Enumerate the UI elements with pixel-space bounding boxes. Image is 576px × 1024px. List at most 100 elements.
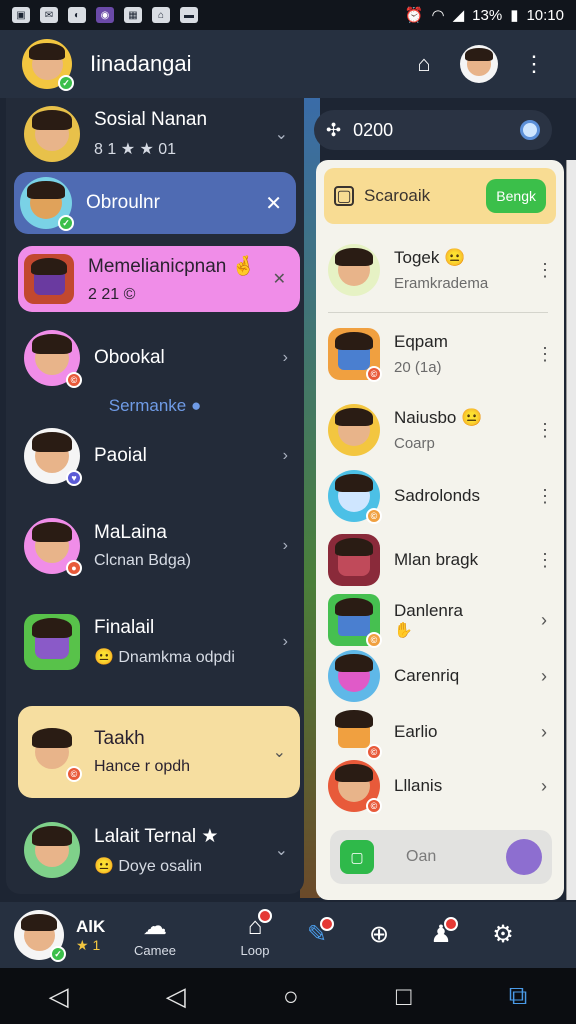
overview-icon[interactable]: ⧉ [509,980,528,1012]
chevron-right-icon[interactable]: › [536,610,552,631]
compose-label[interactable]: Oan [406,848,436,866]
chevron-right-icon[interactable]: › [536,666,552,687]
notification-icon: ⌂ [152,7,170,23]
back-icon[interactable]: ◁ [166,981,186,1012]
list-item[interactable]: ● MaLaina Clcnan Bdga) › [18,514,302,578]
section-separator: Sermanke ● [108,396,202,415]
list-item-title: Mlan bragk [394,550,479,569]
profile-avatar[interactable]: ✓ [22,39,74,91]
avatar [24,106,80,162]
toggle-indicator[interactable] [520,120,540,140]
avatar: ✓ [20,177,74,231]
avatar: © [328,594,382,648]
status-bar: ▣ ✉ ◐ ◉ ▦ ⌂ ▬ ⏰ ◠ ◢ 13% ▮ 10:10 [0,0,576,30]
scrollbar[interactable] [566,160,576,900]
list-item-subtitle: Hance r opdh [94,758,191,775]
list-item-title: Memelianicpnan 🤞 [88,256,256,277]
chat-list: Sosial Nanan 8 1 ★ ★ 01 ⌄ ✓ Obroulnr ✕ Me… [6,98,304,894]
alarm-icon: ⏰ [404,7,424,24]
notification-badge [258,908,272,923]
recents-icon[interactable]: □ [396,981,412,1012]
panel-action-button[interactable]: Bengk [486,179,546,213]
more-vert-icon[interactable]: ⋮ [536,344,554,365]
chevron-right-icon[interactable]: › [536,722,552,743]
list-item-subtitle: 20 (1a) [394,359,442,376]
puzzle-icon: ✣ [326,119,342,140]
search-icon: ▢ [334,186,354,206]
app-header: ✓ Iinadangai ⌂ ⋮ [0,30,576,98]
nav-pen[interactable]: ✎ [286,917,348,949]
compass-icon: ⊕ [368,921,390,948]
profile-name: AlK [76,916,106,936]
list-item-title: Sadrolonds [394,486,481,505]
list-item-selected[interactable]: ✓ Obroulnr ✕ [14,172,296,234]
chevron-down-icon[interactable]: ⌄ [275,124,288,144]
list-item-title: Earlio [394,722,438,741]
more-vert-icon[interactable]: ⋮ [514,44,554,84]
nav-loop[interactable]: ⌂ Loop [224,908,286,958]
list-item-highlighted[interactable]: © Taakh Hance r opdh ⌄ [18,706,300,798]
list-item[interactable]: Lalait Ternal ★ 😐 Doye osalin ⌄ [18,812,302,888]
chevron-right-icon[interactable]: › [283,349,288,367]
nav-user[interactable]: ♟ [410,917,472,949]
list-item-subtitle: 8 1 ★ ★ 01 [94,141,177,158]
search-bar[interactable]: ✣ 0200 [314,110,552,150]
avatar: © [24,330,82,388]
list-item[interactable]: © Lllanis › [328,758,552,814]
more-vert-icon[interactable]: ⋮ [536,420,554,441]
list-item[interactable]: Carenriq › [328,648,552,704]
profile-avatar[interactable]: ✓ [14,910,66,962]
list-item[interactable]: Finalail 😐 Dnamkma odpdi › [18,604,302,680]
list-item[interactable]: Togek 😐 Eramkradema ⋮ [328,240,554,300]
chevron-down-icon[interactable]: ⌄ [275,840,288,860]
list-item-title: Taakh [94,728,145,749]
list-item[interactable]: Mlan bragk ⋮ [328,532,554,588]
list-item-subtitle: Clcnan Bdga) [94,552,191,569]
close-icon[interactable]: ✕ [265,191,282,216]
list-item[interactable]: © Danlenra ✋ › [328,592,552,648]
cloud-icon: ☁ [143,912,167,940]
back-icon[interactable]: ◁ [49,981,69,1012]
list-item[interactable]: © Obookal › [18,326,302,390]
chevron-right-icon[interactable]: › [536,776,552,797]
home-circle-icon[interactable]: ○ [283,981,299,1012]
friend-avatar[interactable] [460,45,498,83]
list-item-title: Eqpam [394,332,448,351]
more-vert-icon[interactable]: ⋮ [536,486,554,507]
nav-camee[interactable]: ☁ Camee [124,913,186,958]
nav-settings[interactable]: ⚙ [472,921,534,949]
list-item[interactable]: Sosial Nanan 8 1 ★ ★ 01 ⌄ [18,102,302,166]
profile-level: ★ 1 [76,936,101,953]
nav-compass[interactable]: ⊕ [348,921,410,949]
list-item[interactable]: Memelianicpnan 🤞 2 21 © ✕ [18,246,300,312]
list-item[interactable]: © Sadrolonds ⋮ [328,468,554,524]
contacts-panel: ▢ Scaroaik Bengk Togek 😐 Eramkradema ⋮ © … [316,160,564,900]
clock: 10:10 [526,6,564,24]
add-icon[interactable]: ▢ [340,840,374,874]
list-item[interactable]: Naiusbo 😐 Coarp ⋮ [328,400,554,460]
compose-bar[interactable]: ▢ Oan [330,830,552,884]
panel-search-label[interactable]: Scaroaik [364,186,430,206]
search-value[interactable]: 0200 [353,120,393,141]
chevron-right-icon[interactable]: › [283,447,288,465]
avatar [328,404,380,456]
close-icon[interactable]: ✕ [273,269,286,289]
more-vert-icon[interactable]: ⋮ [536,260,554,281]
chevron-right-icon[interactable]: › [283,633,288,651]
list-item-title: Finalail [94,617,155,638]
online-badge: ✓ [58,75,74,91]
chevron-right-icon[interactable]: › [283,537,288,555]
chevron-down-icon[interactable]: ⌄ [273,742,286,762]
signal-icon: ◢ [452,7,465,24]
list-item-subtitle: 2 21 © [88,286,136,303]
panel-header: ▢ Scaroaik Bengk [324,168,556,224]
list-item[interactable]: © Eqpam 20 (1a) ⋮ [328,324,554,384]
action-button[interactable] [506,839,542,875]
list-item[interactable]: © Earlio › [328,704,552,760]
list-item-title: MaLaina [94,522,167,543]
store-icon[interactable]: ⌂ [404,44,444,84]
more-vert-icon[interactable]: ⋮ [536,550,554,571]
list-item-title: Carenriq [394,666,460,685]
list-item-title: Danlenra [394,601,463,620]
list-item[interactable]: ♥ Paoial › [18,424,302,488]
